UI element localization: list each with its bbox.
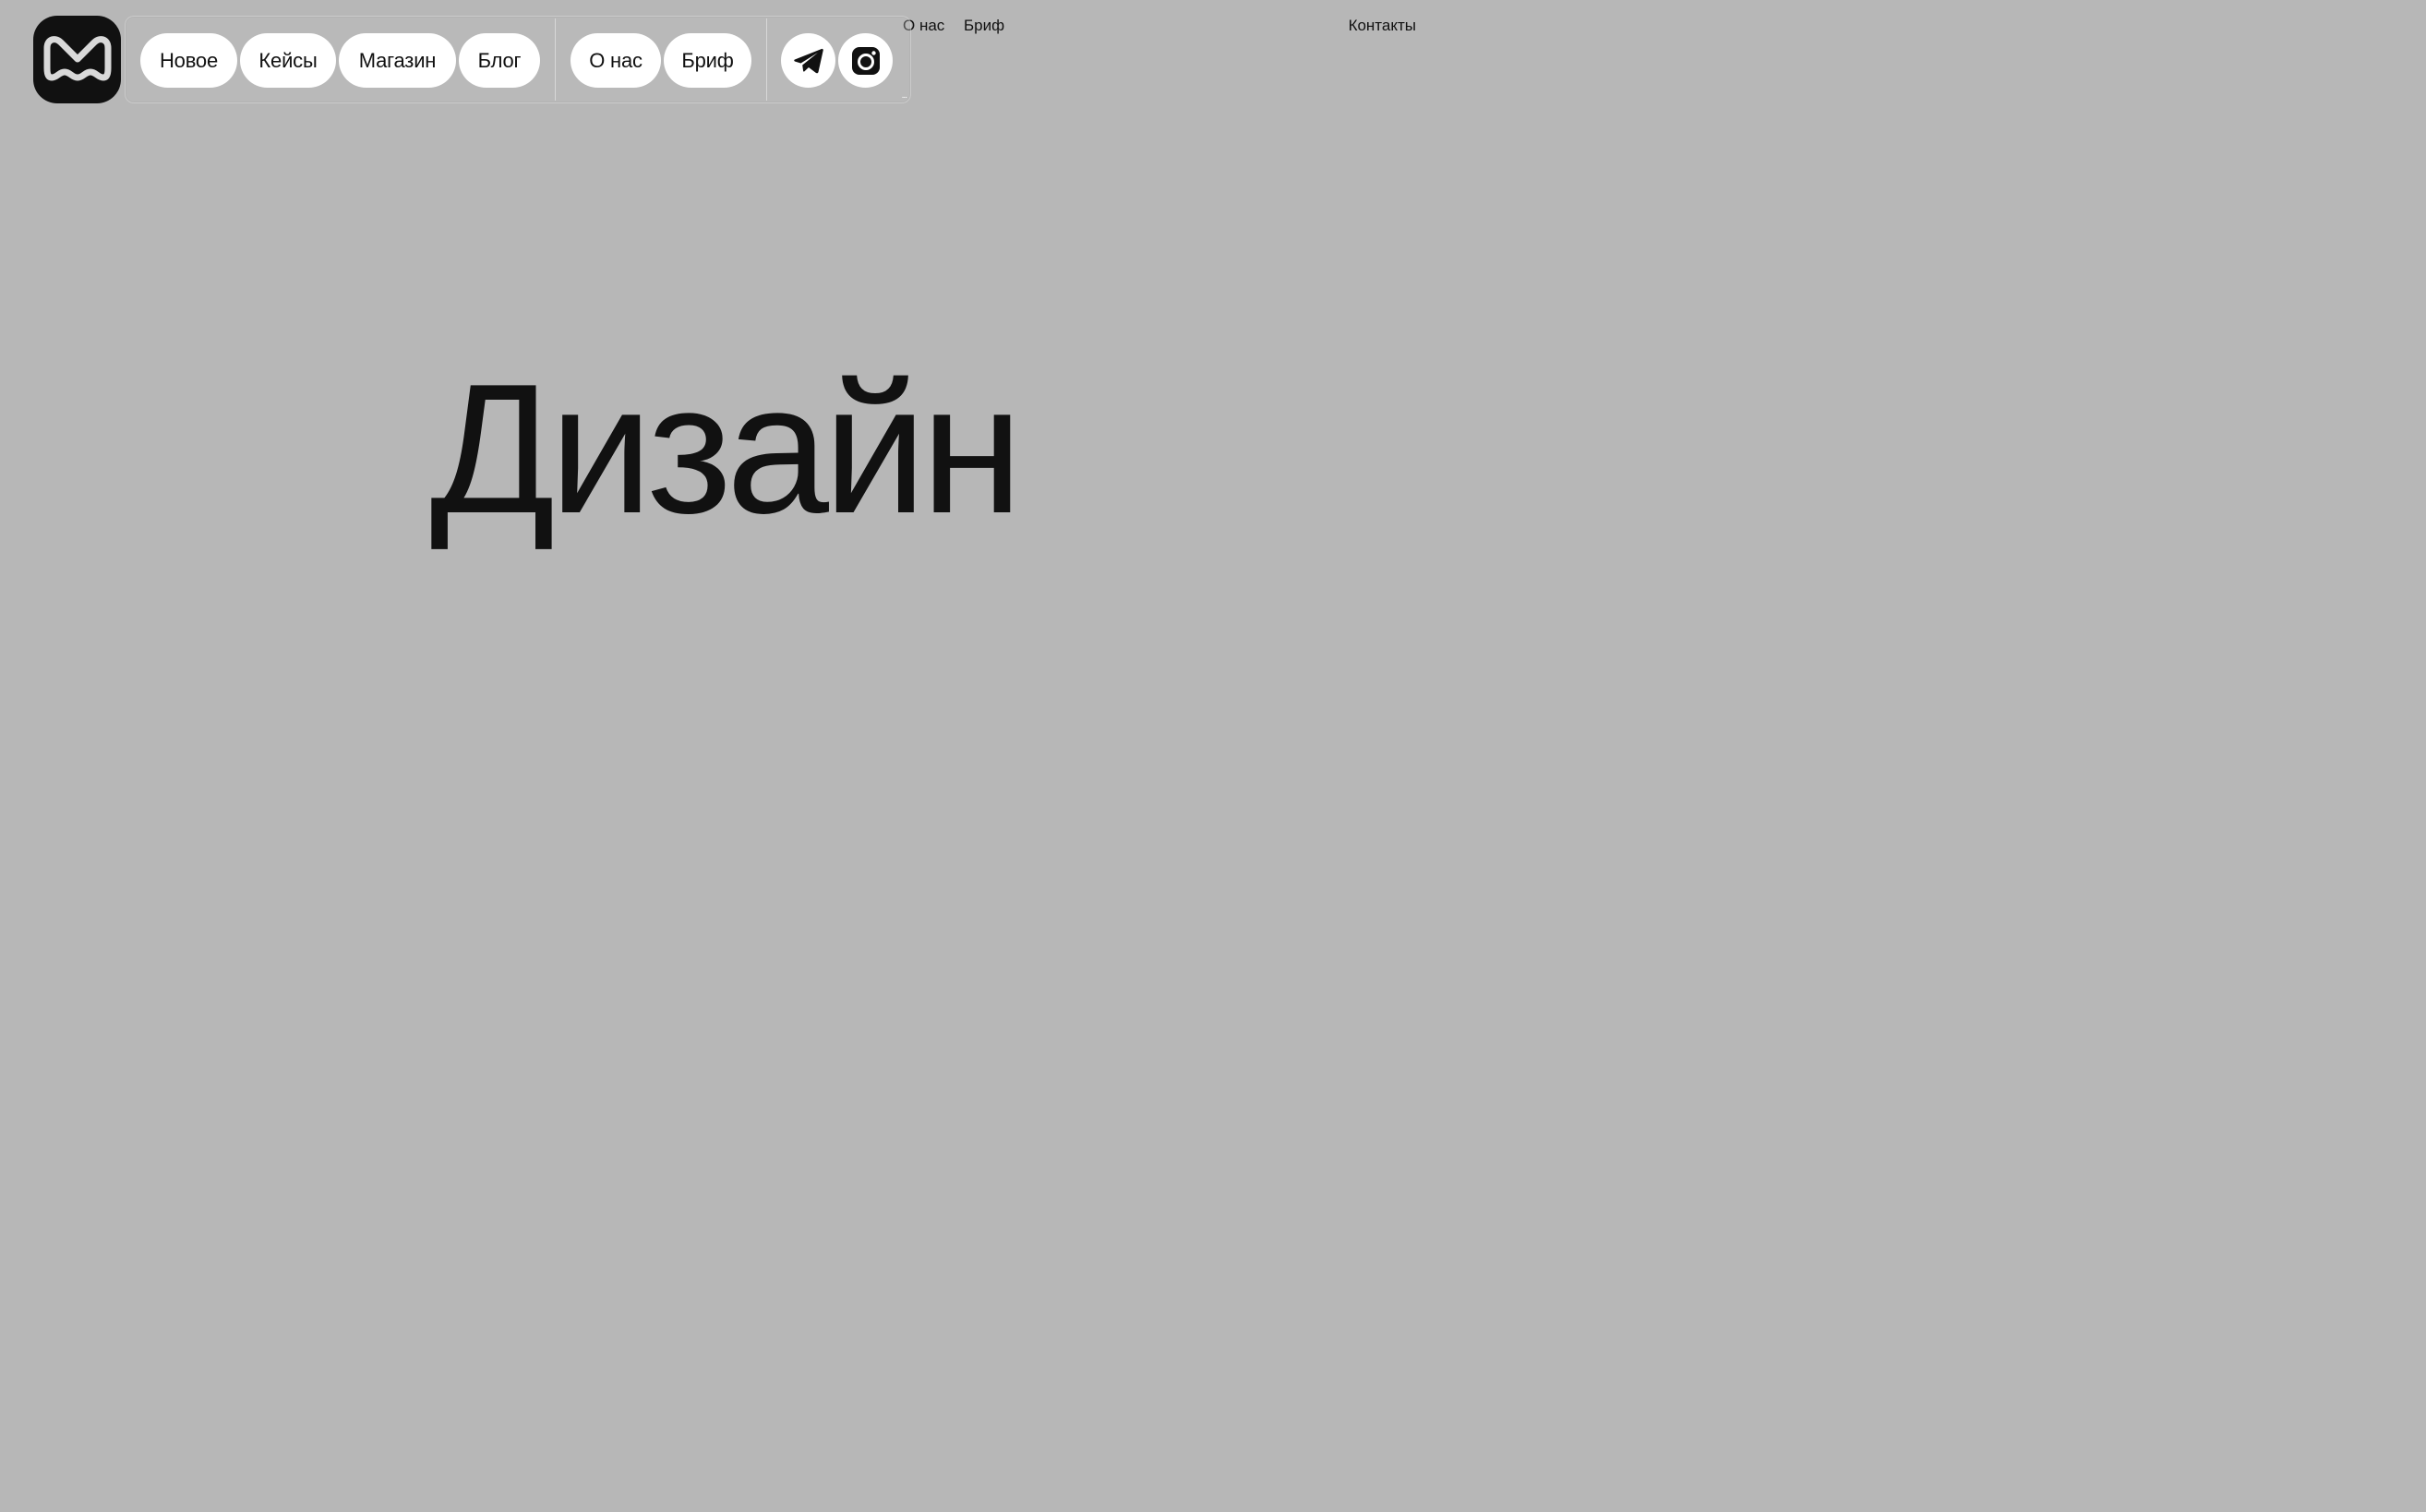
- nav-divider: [555, 18, 556, 101]
- nav-brief-button[interactable]: Бриф: [664, 33, 751, 88]
- hero-title: Дизайн: [429, 346, 1023, 552]
- bg-nav-contacts-link[interactable]: Контакты: [1349, 17, 1416, 35]
- nav-blog-button[interactable]: Блог: [459, 33, 540, 88]
- floating-nav-panel: Новое Кейсы Магазин Блог О нас Бриф ...: [125, 16, 911, 103]
- telegram-icon: [793, 48, 823, 73]
- nav-about-button[interactable]: О нас: [570, 33, 661, 88]
- more-indicator: ...: [901, 90, 907, 101]
- instagram-button[interactable]: [838, 33, 893, 88]
- nav-new-button[interactable]: Новое: [140, 33, 237, 88]
- page: О нас Бриф Контакты Новое Кейсы Магазин …: [0, 0, 1447, 902]
- nav-divider: [766, 18, 767, 101]
- bg-nav-brief-link[interactable]: Бриф: [964, 17, 1004, 35]
- telegram-button[interactable]: [781, 33, 835, 88]
- instagram-icon: [851, 46, 880, 75]
- m-logo-icon: [43, 35, 111, 80]
- nav-cases-button[interactable]: Кейсы: [240, 33, 336, 88]
- nav-shop-button[interactable]: Магазин: [339, 33, 456, 88]
- site-logo[interactable]: [33, 16, 121, 103]
